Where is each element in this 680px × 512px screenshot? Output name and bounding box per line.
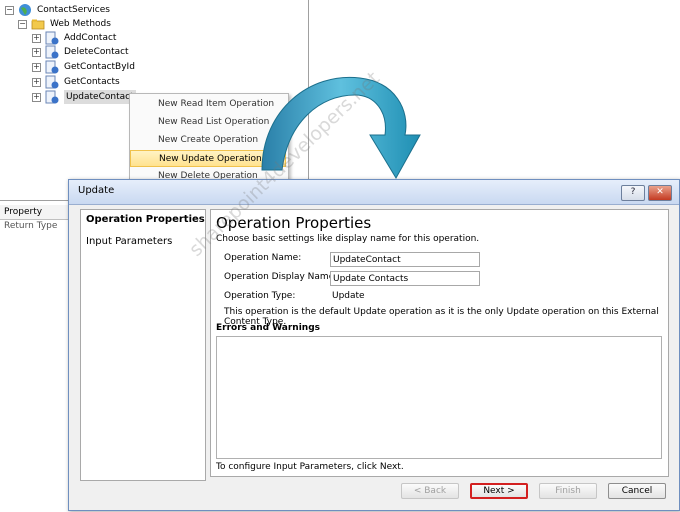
web-method-icon <box>45 31 59 45</box>
content-pane: Operation Properties Choose basic settin… <box>210 209 669 477</box>
navigation-pane: Operation Properties Input Parameters <box>80 209 206 481</box>
tree-method-label: GetContactById <box>64 62 135 72</box>
tree-method-label: GetContacts <box>64 77 120 87</box>
footer-instruction: To configure Input Parameters, click Nex… <box>216 462 404 472</box>
errors-warnings-list[interactable] <box>216 336 662 459</box>
web-method-icon <box>45 45 59 59</box>
tree-method-label: AddContact <box>64 33 117 43</box>
next-button[interactable]: Next > <box>470 483 528 499</box>
web-method-icon <box>45 90 59 104</box>
operation-name-field[interactable]: UpdateContact <box>330 252 480 267</box>
operation-type-label: Operation Type: <box>224 291 296 301</box>
operation-name-label: Operation Name: <box>224 253 302 263</box>
expand-icon[interactable]: + <box>32 62 41 72</box>
nav-item-operation-properties[interactable]: Operation Properties <box>86 214 205 225</box>
menu-item-new-create[interactable]: New Create Operation <box>130 132 286 149</box>
tree-method-item-selected[interactable]: + UpdateContact <box>32 90 136 104</box>
back-button[interactable]: < Back <box>401 483 459 499</box>
tree-folder-label: Web Methods <box>50 19 111 29</box>
property-column-header[interactable]: Property <box>0 205 68 220</box>
nav-item-input-parameters[interactable]: Input Parameters <box>86 236 172 247</box>
folder-icon <box>31 17 45 31</box>
errors-warnings-heading: Errors and Warnings <box>216 323 321 333</box>
collapse-icon[interactable]: − <box>5 5 14 15</box>
tree-method-item[interactable]: + AddContact <box>32 31 116 45</box>
menu-item-new-update[interactable]: New Update Operation <box>130 150 286 167</box>
expand-icon[interactable]: + <box>32 33 41 43</box>
tree-method-label: DeleteContact <box>64 47 129 57</box>
dialog-title: Update <box>78 185 115 196</box>
expand-icon[interactable]: + <box>32 47 41 57</box>
display-name-label: Operation Display Name: <box>224 272 338 282</box>
menu-item-new-read-item[interactable]: New Read Item Operation <box>130 96 286 113</box>
property-row: Return Type <box>4 221 58 231</box>
operation-type-value: Update <box>332 291 365 301</box>
tree-folder[interactable]: − Web Methods <box>18 17 111 31</box>
expand-icon[interactable]: + <box>32 92 41 102</box>
tree-root-label: ContactServices <box>37 5 110 15</box>
tree-method-item[interactable]: + GetContacts <box>32 75 120 89</box>
update-dialog: Update ? ✕ Operation Properties Input Pa… <box>68 179 680 511</box>
close-button[interactable]: ✕ <box>648 185 672 201</box>
property-panel: Property Return Type <box>0 205 69 235</box>
help-button[interactable]: ? <box>621 185 645 201</box>
tree-root[interactable]: − ContactServices <box>5 3 110 17</box>
tree-method-item[interactable]: + DeleteContact <box>32 45 129 59</box>
expand-icon[interactable]: + <box>32 77 41 87</box>
web-method-icon <box>45 75 59 89</box>
web-method-icon <box>45 60 59 74</box>
finish-button[interactable]: Finish <box>539 483 597 499</box>
menu-item-new-read-list[interactable]: New Read List Operation <box>130 114 286 131</box>
context-menu: New Read Item Operation New Read List Op… <box>129 93 289 181</box>
globe-icon <box>18 3 32 17</box>
cancel-button[interactable]: Cancel <box>608 483 666 499</box>
tree-method-label: UpdateContact <box>64 90 136 104</box>
page-description: Choose basic settings like display name … <box>216 234 480 244</box>
display-name-field[interactable]: Update Contacts <box>330 271 480 286</box>
collapse-icon[interactable]: − <box>18 19 27 29</box>
page-title: Operation Properties <box>216 214 372 232</box>
tree-method-item[interactable]: + GetContactById <box>32 60 135 74</box>
dialog-titlebar[interactable]: Update ? ✕ <box>69 180 679 205</box>
